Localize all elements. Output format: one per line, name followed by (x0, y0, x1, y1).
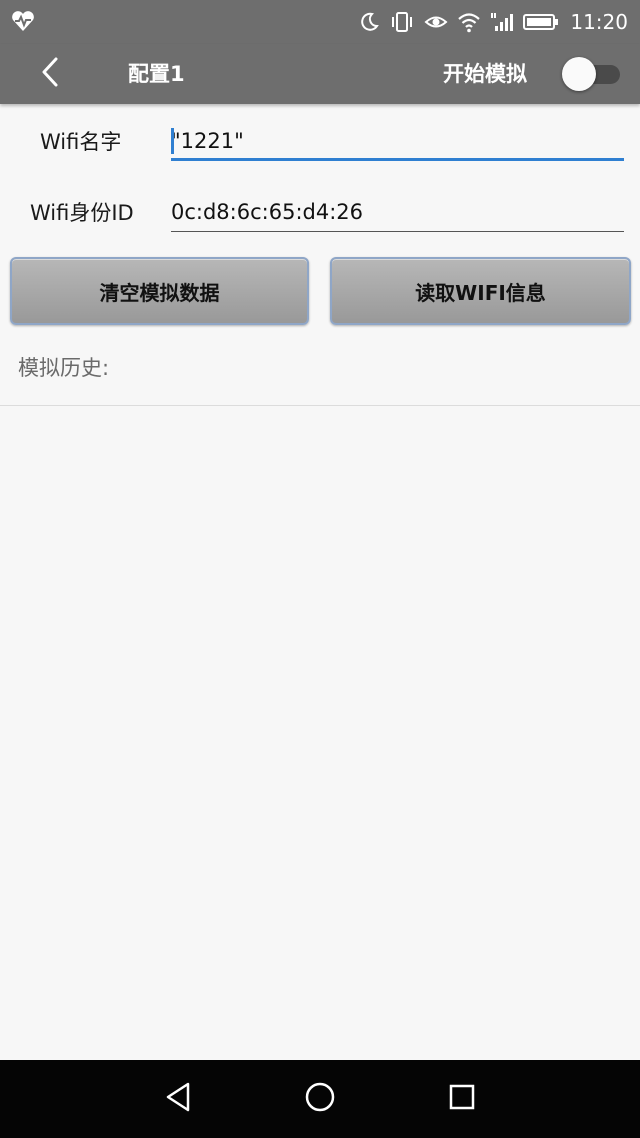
simulation-history-list[interactable] (0, 406, 640, 1060)
status-icons: 11:20 (358, 0, 628, 44)
cell-signal-icon (490, 11, 514, 33)
simulation-history-label: 模拟历史: (18, 356, 110, 380)
nav-recents-button[interactable] (442, 1079, 482, 1119)
square-recents-icon (447, 1082, 477, 1116)
screen: 11:20 配置1 开始模拟 Wifi名字 Wifi身份ID 清空模拟数据 (0, 0, 640, 1138)
start-simulation-label: 开始模拟 (443, 62, 527, 86)
vibrate-icon (389, 11, 415, 33)
eye-icon (424, 11, 448, 33)
moon-icon (358, 11, 380, 33)
toggle-thumb (562, 57, 596, 91)
start-simulation-toggle[interactable] (560, 57, 624, 91)
navigation-bar (0, 1060, 640, 1138)
battery-icon (523, 11, 559, 33)
status-time: 11:20 (570, 10, 628, 34)
nav-home-button[interactable] (300, 1079, 340, 1119)
wifi-id-input[interactable] (171, 191, 624, 233)
status-bar: 11:20 (0, 0, 640, 44)
triangle-back-icon (163, 1081, 193, 1117)
read-wifi-info-button[interactable]: 读取WIFI信息 (330, 257, 631, 325)
wifi-id-label: Wifi身份ID (30, 201, 134, 225)
clear-simulation-data-button[interactable]: 清空模拟数据 (10, 257, 309, 325)
wifi-id-underline (171, 231, 624, 232)
text-cursor (171, 128, 174, 154)
wifi-name-underline (171, 158, 624, 161)
back-button[interactable] (30, 54, 70, 94)
wifi-id-row: Wifi身份ID (0, 183, 640, 243)
wifi-name-input[interactable] (171, 120, 624, 162)
app-bar: 配置1 开始模拟 (0, 44, 640, 104)
wifi-icon (457, 11, 481, 33)
health-heart-icon (10, 8, 36, 34)
wifi-name-row: Wifi名字 (0, 112, 640, 172)
circle-home-icon (304, 1081, 336, 1117)
chevron-left-icon (38, 56, 62, 92)
nav-back-button[interactable] (158, 1079, 198, 1119)
page-title: 配置1 (128, 62, 185, 86)
wifi-name-label: Wifi名字 (40, 130, 122, 154)
